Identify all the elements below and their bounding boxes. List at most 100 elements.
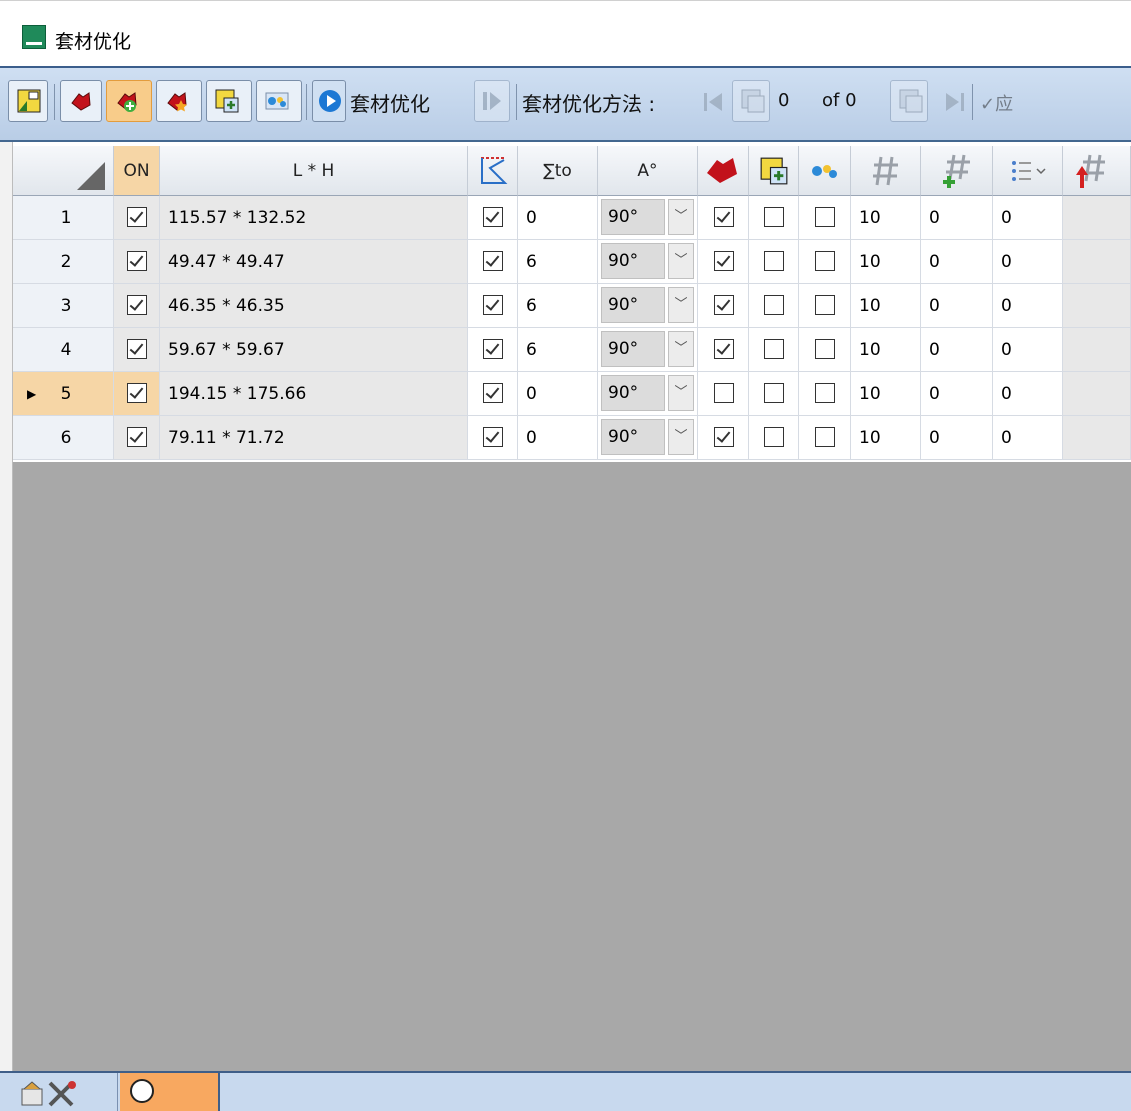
header-lh[interactable]: L * H bbox=[160, 146, 468, 196]
header-sum-to[interactable]: ∑to bbox=[518, 146, 598, 196]
contour-cell[interactable] bbox=[468, 240, 518, 284]
header-import[interactable] bbox=[749, 146, 799, 196]
piece-checkbox[interactable] bbox=[713, 295, 734, 315]
chevron-down-icon[interactable]: ﹀ bbox=[668, 243, 694, 279]
list-cell[interactable]: 0 bbox=[993, 196, 1063, 240]
on-cell[interactable] bbox=[114, 284, 160, 328]
angle-cell[interactable]: 90° ﹀ bbox=[598, 284, 698, 328]
import-checkbox[interactable] bbox=[764, 339, 784, 359]
on-checkbox[interactable] bbox=[127, 295, 147, 315]
parts-checkbox[interactable] bbox=[815, 383, 835, 403]
import-cell[interactable] bbox=[749, 416, 799, 460]
angle-cell[interactable]: 90° ﹀ bbox=[598, 372, 698, 416]
parts-cell[interactable] bbox=[799, 416, 851, 460]
on-checkbox[interactable] bbox=[127, 339, 147, 359]
next-page-button[interactable] bbox=[890, 80, 928, 122]
import-cell[interactable] bbox=[749, 284, 799, 328]
contour-cell[interactable] bbox=[468, 416, 518, 460]
piece-cell[interactable] bbox=[698, 284, 749, 328]
angle-select[interactable]: 90° bbox=[601, 375, 665, 411]
header-add-count[interactable] bbox=[921, 146, 993, 196]
parts-checkbox[interactable] bbox=[815, 207, 835, 227]
import-cell[interactable] bbox=[749, 328, 799, 372]
last-page-icon[interactable] bbox=[944, 90, 966, 114]
angle-select[interactable]: 90° bbox=[601, 419, 665, 455]
count-cell[interactable]: 10 bbox=[851, 284, 921, 328]
table-row[interactable]: 3 46.35 * 46.35 6 90° ﹀ 10 0 0 bbox=[13, 284, 1131, 328]
import-checkbox[interactable] bbox=[764, 295, 784, 315]
piece-cell[interactable] bbox=[698, 196, 749, 240]
sum-to-cell[interactable]: 0 bbox=[518, 416, 598, 460]
contour-cell[interactable] bbox=[468, 284, 518, 328]
run-optimize-button[interactable] bbox=[312, 80, 346, 122]
header-priority[interactable] bbox=[1063, 146, 1131, 196]
angle-select[interactable]: 90° bbox=[601, 287, 665, 323]
list-cell[interactable]: 0 bbox=[993, 240, 1063, 284]
priority-cell[interactable] bbox=[1063, 416, 1131, 460]
header-parts[interactable] bbox=[799, 146, 851, 196]
contour-checkbox[interactable] bbox=[483, 207, 503, 227]
list-cell[interactable]: 0 bbox=[993, 328, 1063, 372]
header-list[interactable] bbox=[993, 146, 1063, 196]
sum-to-cell[interactable]: 0 bbox=[518, 372, 598, 416]
import-checkbox[interactable] bbox=[764, 207, 784, 227]
sum-to-cell[interactable]: 6 bbox=[518, 284, 598, 328]
on-cell[interactable] bbox=[114, 196, 160, 240]
header-count[interactable] bbox=[851, 146, 921, 196]
table-row[interactable]: 1 115.57 * 132.52 0 90° ﹀ 10 0 0 bbox=[13, 196, 1131, 240]
piece-cell[interactable] bbox=[698, 240, 749, 284]
import-checkbox[interactable] bbox=[764, 383, 784, 403]
angle-cell[interactable]: 90° ﹀ bbox=[598, 196, 698, 240]
count-cell[interactable]: 10 bbox=[851, 328, 921, 372]
piece-button[interactable] bbox=[60, 80, 102, 122]
on-checkbox[interactable] bbox=[127, 383, 147, 403]
list-cell[interactable]: 0 bbox=[993, 284, 1063, 328]
piece-checkbox[interactable] bbox=[713, 251, 734, 271]
contour-checkbox[interactable] bbox=[483, 295, 503, 315]
piece-checkbox[interactable] bbox=[713, 339, 734, 359]
apply-button[interactable]: ✓应 bbox=[980, 90, 1120, 116]
header-contour[interactable] bbox=[468, 146, 518, 196]
count-cell[interactable]: 10 bbox=[851, 240, 921, 284]
chevron-down-icon[interactable]: ﹀ bbox=[668, 199, 694, 235]
contour-checkbox[interactable] bbox=[483, 251, 503, 271]
angle-select[interactable]: 90° bbox=[601, 331, 665, 367]
add-count-cell[interactable]: 0 bbox=[921, 372, 993, 416]
first-page-icon[interactable] bbox=[702, 90, 724, 114]
chevron-down-icon[interactable]: ﹀ bbox=[668, 419, 694, 455]
count-cell[interactable]: 10 bbox=[851, 196, 921, 240]
header-on[interactable]: ON bbox=[114, 146, 160, 196]
import-cell[interactable] bbox=[749, 372, 799, 416]
add-piece-button[interactable] bbox=[106, 80, 152, 122]
tab-circle[interactable] bbox=[120, 1073, 220, 1111]
contour-cell[interactable] bbox=[468, 328, 518, 372]
chevron-down-icon[interactable]: ﹀ bbox=[668, 331, 694, 367]
contour-checkbox[interactable] bbox=[483, 383, 503, 403]
contour-checkbox[interactable] bbox=[483, 427, 503, 447]
add-count-cell[interactable]: 0 bbox=[921, 416, 993, 460]
import-button[interactable] bbox=[206, 80, 252, 122]
header-angle[interactable]: A° bbox=[598, 146, 698, 196]
on-checkbox[interactable] bbox=[127, 427, 147, 447]
contour-checkbox[interactable] bbox=[483, 339, 503, 359]
row-number[interactable]: 2 bbox=[13, 240, 114, 284]
row-number[interactable]: 6 bbox=[13, 416, 114, 460]
parts-cell[interactable] bbox=[799, 328, 851, 372]
priority-cell[interactable] bbox=[1063, 240, 1131, 284]
header-piece[interactable] bbox=[698, 146, 749, 196]
priority-cell[interactable] bbox=[1063, 284, 1131, 328]
piece-checkbox[interactable] bbox=[713, 383, 734, 403]
row-number[interactable]: 4 bbox=[13, 328, 114, 372]
import-cell[interactable] bbox=[749, 196, 799, 240]
priority-cell[interactable] bbox=[1063, 372, 1131, 416]
angle-cell[interactable]: 90° ﹀ bbox=[598, 240, 698, 284]
table-row[interactable]: 4 59.67 * 59.67 6 90° ﹀ 10 0 0 bbox=[13, 328, 1131, 372]
import-checkbox[interactable] bbox=[764, 427, 784, 447]
priority-cell[interactable] bbox=[1063, 328, 1131, 372]
piece-checkbox[interactable] bbox=[713, 207, 734, 227]
chevron-down-icon[interactable]: ﹀ bbox=[668, 375, 694, 411]
parts-cell[interactable] bbox=[799, 284, 851, 328]
parts-cell[interactable] bbox=[799, 372, 851, 416]
on-checkbox[interactable] bbox=[127, 251, 147, 271]
on-cell[interactable] bbox=[114, 416, 160, 460]
